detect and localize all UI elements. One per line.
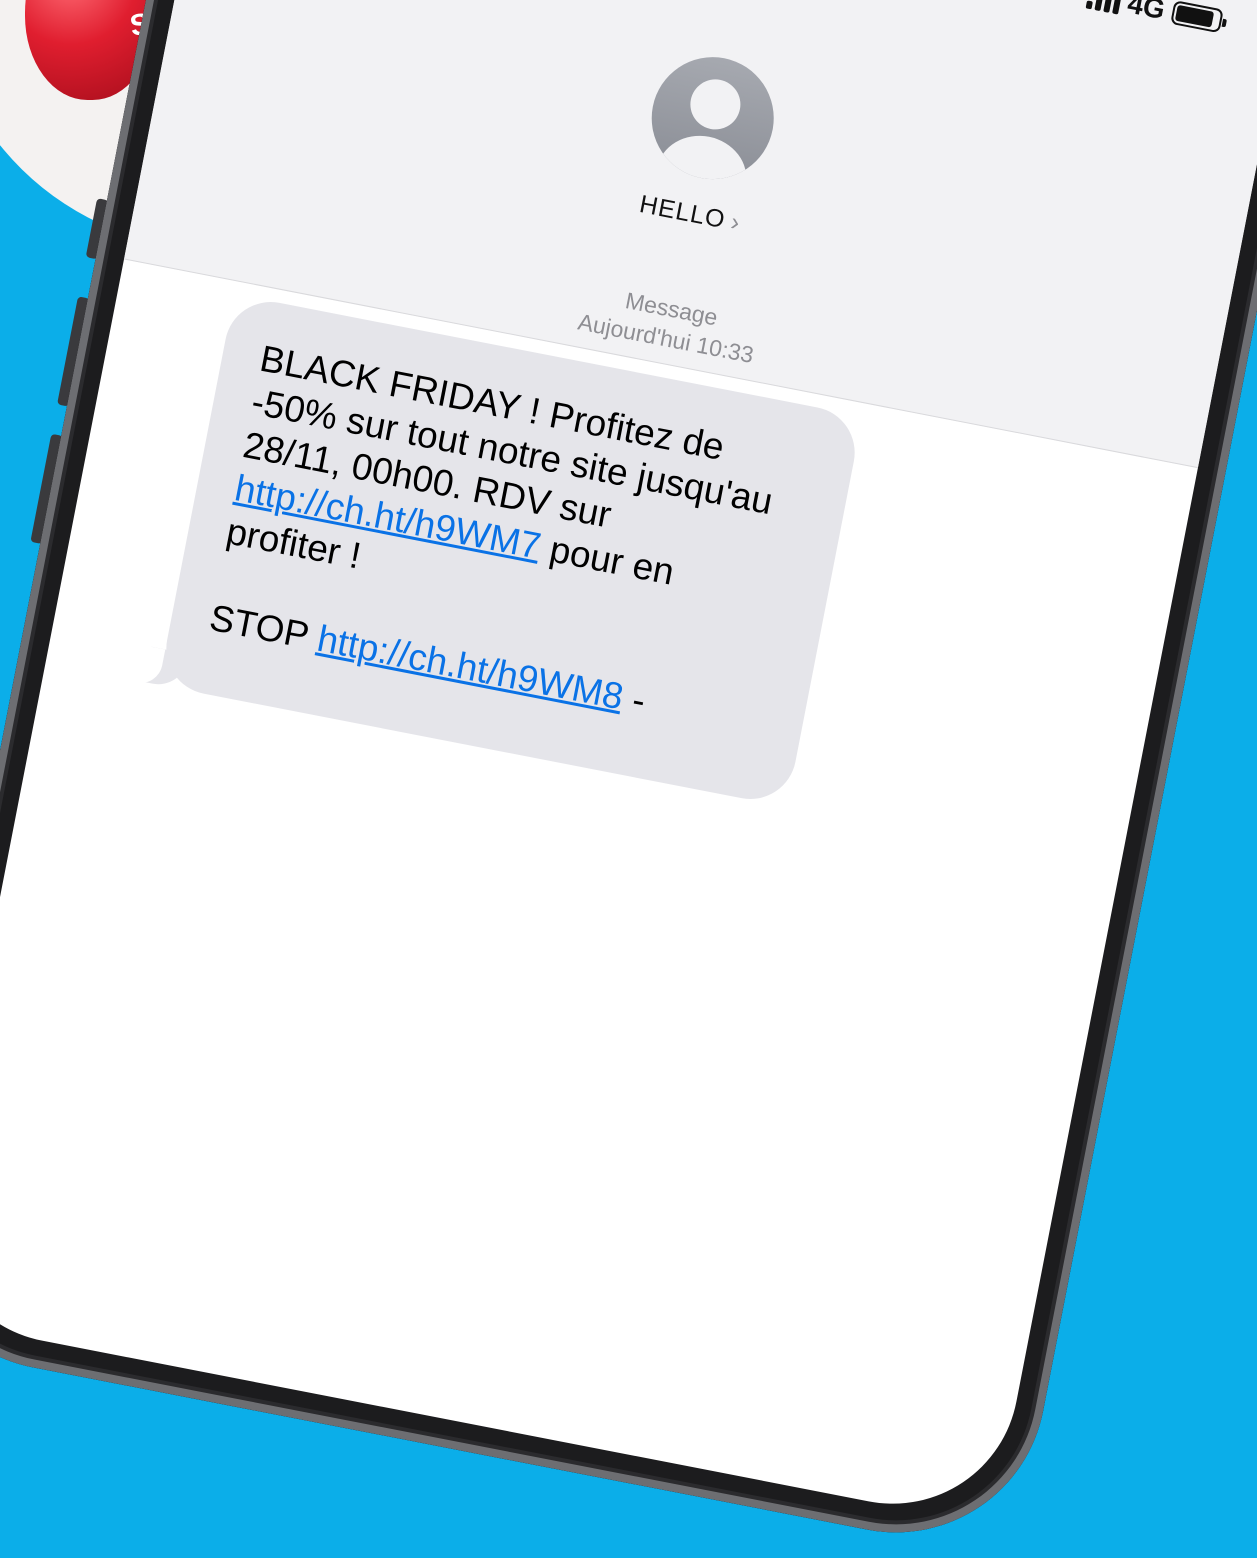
phone: 4G HELLO› Message Aujourd'hui 10:33 BLAC…: [0, 0, 1257, 1558]
signal-icon: [1085, 0, 1123, 15]
contact-name: HELLO: [637, 190, 728, 235]
contact-avatar[interactable]: [641, 46, 785, 190]
battery-icon: [1170, 0, 1228, 34]
status-bar: 4G: [1085, 0, 1228, 37]
network-type: 4G: [1125, 0, 1168, 26]
stop-suffix: -: [628, 678, 649, 722]
chevron-right-icon: ›: [728, 207, 743, 238]
stop-line: STOP http://ch.ht/h9WM8 -: [206, 596, 768, 747]
stop-label: STOP: [206, 596, 312, 657]
person-placeholder-icon: [686, 75, 745, 134]
unsubscribe-link[interactable]: http://ch.ht/h9WM8: [314, 618, 627, 717]
messages-screen: 4G HELLO› Message Aujourd'hui 10:33 BLAC…: [0, 0, 1257, 1526]
